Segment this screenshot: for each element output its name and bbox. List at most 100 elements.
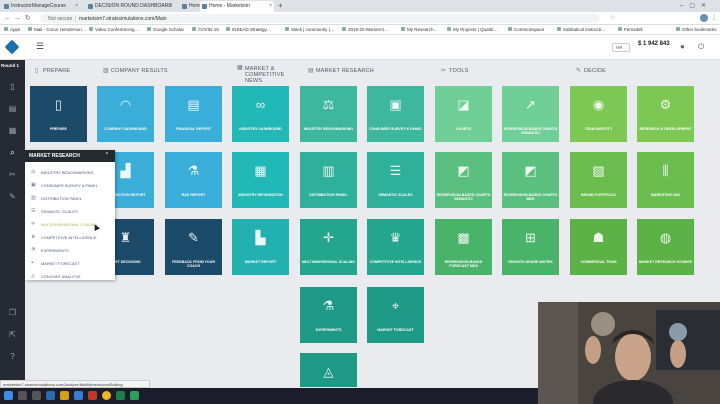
menu-item-conjoint-analysis[interactable]: ◬ CONJOINT ANALYSIS — [25, 270, 115, 282]
copy-icon[interactable]: ❐ — [8, 308, 17, 317]
news-icon[interactable]: ▦ — [8, 126, 17, 135]
tile-semantic-scales[interactable]: ☰ SEMANTIC SCALES — [367, 152, 424, 208]
close-icon[interactable]: × — [169, 3, 172, 9]
task-view-icon[interactable] — [32, 391, 41, 400]
tile-experiments[interactable]: ⚗ EXPERIMENTS — [300, 287, 357, 343]
tab-label: Home - Marketsim — [209, 3, 250, 9]
tile-brand-portfolio[interactable]: ▨ BRAND PORTFOLIO — [570, 152, 627, 208]
tile-company-dashboard[interactable]: ◠ COMPANY DASHBOARD — [97, 86, 154, 142]
tools-icon[interactable]: ✂ — [8, 170, 17, 179]
globe-icon: ◍ — [659, 230, 672, 245]
menu-item-consumer-survey[interactable]: ▣ CONSUMER SURVEY & PANEL — [25, 179, 115, 191]
section-title: COMPANY RESULTS — [111, 68, 168, 74]
tile-commercial-team[interactable]: ☗ COMMERCIAL TEAM — [570, 219, 627, 275]
tile-regression-charts-semantic[interactable]: ↗ REGRESSION-BASED CHARTS SEMANTIC — [502, 86, 559, 142]
bookmark[interactable]: Slack | community |… — [285, 27, 334, 32]
logout-icon[interactable]: ⏻ — [698, 42, 704, 52]
tile-coach-feedback[interactable]: ✎ FEEDBACK FROM YOUR COACH — [165, 219, 222, 275]
tile-research-development[interactable]: ⚙ RESEARCH & DEVELOPMENT — [637, 86, 694, 142]
book-icon[interactable]: ▯ — [8, 82, 17, 91]
tile-charts[interactable]: ◪ CHARTS — [435, 86, 492, 142]
tile-team-identity[interactable]: ◉ TEAM IDENTITY — [570, 86, 627, 142]
bookmark[interactable]: COVID-19 — [192, 27, 219, 32]
excel-icon[interactable] — [116, 391, 125, 400]
star-icon[interactable]: ☆ — [610, 14, 615, 23]
language-select[interactable]: HR — [612, 43, 630, 52]
window-controls[interactable]: –▢✕ — [680, 2, 712, 9]
new-tab-button[interactable]: + — [278, 1, 283, 10]
browser-tab[interactable]: InstructorManageCourse × — [2, 1, 80, 12]
bookmark[interactable]: Video Conferencing… — [89, 27, 139, 32]
url-bar[interactable]: Not secure | marketsim7.stratxsimulation… — [40, 14, 600, 23]
bookmark[interactable]: 2019-20 Women's… — [342, 27, 389, 32]
windows-start-icon[interactable] — [4, 391, 13, 400]
tile-marketing-mix[interactable]: ⫼ MARKETING MIX — [637, 152, 694, 208]
menu-item-market-forecast[interactable]: ⌖ MARKET FORECAST — [25, 257, 115, 269]
bookmark[interactable]: Mail - Conor Henderson… — [28, 27, 86, 32]
menu-item-label: SEMANTIC SCALES — [41, 209, 78, 214]
menu-item-competitive-intelligence[interactable]: ♛ COMPETITIVE INTELLIGENCE — [25, 231, 115, 243]
bookmark[interactable]: Fernsdell — [618, 27, 643, 32]
tile-regression-forecast-mds[interactable]: ▩ REGRESSION-BASED FORECAST MDS — [435, 219, 492, 275]
search-icon[interactable]: ⌕ — [8, 148, 17, 157]
bookmark[interactable]: Google Scholar — [147, 27, 184, 32]
back-icon[interactable]: ← — [4, 14, 11, 23]
browser-tab[interactable]: DECISION ROUND DASHBOARD × — [86, 1, 174, 12]
close-icon[interactable]: × — [269, 3, 272, 9]
tile-market-forecast[interactable]: ⌖ MARKET FORECAST — [367, 287, 424, 343]
menu-item-industry-benchmarking[interactable]: ⚖ INDUSTRY BENCHMARKING — [25, 166, 115, 178]
file-explorer-icon[interactable] — [60, 391, 69, 400]
tile-market-report[interactable]: ▙ MARKET REPORT — [232, 219, 289, 275]
tile-regression-charts-semantic-2[interactable]: ◩ REGRESSION-BASED CHARTS SEMANTIC — [435, 152, 492, 208]
notification-icon[interactable]: ● — [680, 42, 685, 51]
tile-regression-charts-mds[interactable]: ◩ REGRESSION-BASED CHARTS MDS — [502, 152, 559, 208]
bookmark[interactable]: Commonspace — [508, 27, 544, 32]
tile-conjoint-analysis[interactable]: ◬ — [300, 353, 357, 387]
tile-industry-benchmarking[interactable]: ⚖ INDUSTRY BENCHMARKING — [300, 86, 357, 142]
tile-rnd-report[interactable]: ⚗ R&D REPORT — [165, 152, 222, 208]
mail-icon[interactable] — [74, 391, 83, 400]
tile-distribution-panel[interactable]: ▥ DISTRIBUTION PANEL — [300, 152, 357, 208]
close-icon[interactable]: × — [75, 3, 78, 9]
tile-consumer-survey[interactable]: ▣ CONSUMER SURVEY & PANEL — [367, 86, 424, 142]
tile-competitive-intelligence[interactable]: ♛ COMPETITIVE INTELLIGENCE — [367, 219, 424, 275]
bookmark[interactable]: INSEAD Strategy… — [226, 27, 271, 32]
chrome-icon[interactable] — [102, 391, 111, 400]
search-icon[interactable] — [18, 391, 27, 400]
app-icon[interactable] — [88, 391, 97, 400]
tile-industry-information[interactable]: ▦ INDUSTRY INFORMATION — [232, 152, 289, 208]
menu-item-semantic-scales[interactable]: ☰ SEMANTIC SCALES — [25, 205, 115, 217]
menu-item-multidimensional-scaling[interactable]: ✛ MULTIDIMENSIONAL SCALING — [25, 218, 115, 230]
decide-icon[interactable]: ✎ — [8, 192, 17, 201]
tile-market-research-studies[interactable]: ◍ MARKET RESEARCH STUDIES — [637, 219, 694, 275]
decide-icon: ✎ — [576, 68, 582, 74]
bookmark[interactable]: My Projects | Qualtri… — [447, 27, 498, 32]
menu-item-distribution-panel[interactable]: ▥ DISTRIBUTION PANEL — [25, 192, 115, 204]
profile-avatar[interactable] — [700, 14, 708, 22]
bookmark[interactable]: My Research… — [401, 27, 438, 32]
edge-icon[interactable] — [46, 391, 55, 400]
reload-icon[interactable]: ↻ — [25, 14, 31, 23]
dropdown-header[interactable]: MARKET RESEARCH ⌃ — [25, 150, 115, 162]
chevron-up-icon[interactable]: ⌃ — [105, 152, 109, 158]
menu-icon[interactable]: ⋮ — [711, 14, 717, 23]
app-green-icon[interactable] — [130, 391, 139, 400]
tab-label: InstructorManageCourse — [11, 3, 67, 9]
bookmark[interactable]: Apps — [4, 27, 20, 32]
tile-prepare[interactable]: ▯ PREPARE — [30, 86, 87, 142]
forward-icon[interactable]: → — [14, 14, 21, 23]
export-icon[interactable]: ⇱ — [8, 330, 17, 339]
bookmark[interactable]: Sabbatical Instructi… — [557, 27, 606, 32]
section-decide: ✎ DECIDE — [576, 68, 606, 74]
browser-tab-active[interactable]: Home - Marketsim × — [200, 1, 274, 12]
tile-multidimensional-scaling[interactable]: ✛ MULTIDIMENSIONAL SCALING — [300, 219, 357, 275]
hamburger-icon[interactable]: ☰ — [36, 42, 44, 51]
bookmark[interactable]: Other bookmarks — [676, 27, 717, 32]
favicon-icon — [182, 4, 187, 9]
tile-growth-share-matrix[interactable]: ⊞ GROWTH-SHARE MATRIX — [502, 219, 559, 275]
help-icon[interactable]: ? — [8, 352, 17, 361]
tile-industry-dashboard[interactable]: ∞ INDUSTRY DASHBOARD — [232, 86, 289, 142]
menu-item-experiments[interactable]: ⚗ EXPERIMENTS — [25, 244, 115, 256]
dashboard-icon[interactable]: ▤ — [8, 104, 17, 113]
tile-financial-report[interactable]: ▤ FINANCIAL REPORT — [165, 86, 222, 142]
